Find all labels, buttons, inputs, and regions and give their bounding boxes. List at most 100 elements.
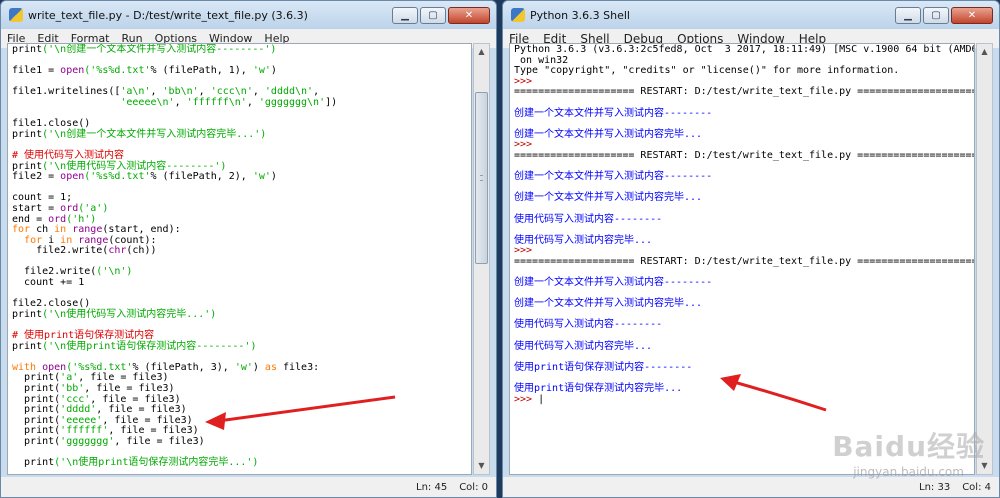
code-token: print <box>12 44 43 55</box>
python-icon <box>9 8 23 22</box>
code-token: open <box>60 171 85 183</box>
code-token: print( <box>12 393 61 405</box>
code-token: print <box>12 457 55 469</box>
code-line: print('ggggggg', file = file3) <box>12 435 467 448</box>
shell-line: 创建一个文本文件并写入测试内容-------- <box>514 277 970 289</box>
code-token: ) <box>270 171 277 183</box>
code-line: file2.write(chr(ch)) <box>12 245 467 257</box>
code-token: (ch)) <box>126 245 157 257</box>
shell-line: 使用代码写入测试内容-------- <box>514 320 970 331</box>
shell-line: 创建一个文本文件并写入测试内容完毕... <box>514 193 970 204</box>
minimize-button[interactable]: ▁ <box>392 6 418 24</box>
code-line: print('\n创建一个文本文件并写入测试内容完毕...') <box>12 128 467 141</box>
code-token: end = <box>12 213 49 225</box>
shell-line: 创建一个文本文件并写入测试内容-------- <box>514 171 970 183</box>
code-editor[interactable]: print('\n创建一个文本文件并写入测试内容--------') file1… <box>7 43 472 475</box>
code-token: , <box>313 86 320 98</box>
code-line: print('\n使用print语句保存测试内容--------') <box>12 340 467 353</box>
code-token: print <box>12 128 43 140</box>
editor-titlebar[interactable]: write_text_file.py - D:/test/write_text_… <box>1 1 496 29</box>
code-token: print( <box>12 404 61 416</box>
code-token: , <box>198 86 211 98</box>
code-token: ('h') <box>66 213 97 225</box>
code-token: ('%s%d.txt' <box>66 361 133 373</box>
shell-line: Python 3.6.3 (v3.6.3:2c5fed8, Oct 3 2017… <box>514 44 974 56</box>
code-token: 'ffffff\n' <box>186 96 247 108</box>
code-token: 'bb' <box>60 383 85 394</box>
code-token: 'w' <box>252 171 271 183</box>
code-token: on win32 <box>514 54 569 66</box>
code-token: file2 = <box>12 171 61 183</box>
scroll-down-icon[interactable]: ▼ <box>474 458 489 474</box>
code-token: % (filePath, 2), <box>150 171 253 183</box>
code-token: 'eeeee' <box>60 414 103 426</box>
code-token: print( <box>12 425 61 437</box>
code-line: file1 = open('%s%d.txt'% (filePath, 1), … <box>12 65 467 77</box>
code-token: 'w' <box>252 65 271 77</box>
code-token: >>> <box>514 393 539 405</box>
code-token: i <box>42 234 61 246</box>
code-token: , <box>252 86 265 98</box>
close-button[interactable]: ✕ <box>951 6 993 24</box>
scroll-thumb[interactable] <box>475 92 488 264</box>
code-token: for <box>12 224 31 236</box>
code-token: , file = file3) <box>114 435 205 447</box>
code-token: 'w' <box>234 361 253 373</box>
shell-line: 创建一个文本文件并写入测试内容-------- <box>514 108 970 120</box>
editor-window: write_text_file.py - D:/test/write_text_… <box>0 0 497 498</box>
code-token: ==================== RESTART: D:/test/wr… <box>514 86 975 98</box>
code-token: ('a') <box>78 202 109 214</box>
code-token: ord <box>60 202 79 214</box>
code-token: print <box>12 340 43 352</box>
scroll-down-icon[interactable]: ▼ <box>977 458 992 474</box>
editor-title: write_text_file.py - D:/test/write_text_… <box>28 8 308 22</box>
maximize-button[interactable]: ▢ <box>923 6 949 24</box>
code-token: , <box>174 96 187 108</box>
close-button[interactable]: ✕ <box>448 6 490 24</box>
code-token: Type "copyright", "credits" or "license(… <box>514 65 900 77</box>
code-token: 'ggggggg' <box>60 435 115 447</box>
code-token: ==================== RESTART: D:/test/wr… <box>514 255 975 267</box>
code-token: with <box>12 361 37 373</box>
maximize-button[interactable]: ▢ <box>420 6 446 24</box>
code-token: range <box>72 224 103 236</box>
code-token: (count): <box>108 234 157 246</box>
code-token: 使用print语句保存测试内容-------- <box>514 361 693 373</box>
editor-window-controls: ▁ ▢ ✕ <box>392 6 490 24</box>
code-token: as <box>264 361 277 373</box>
code-token: file3: <box>276 361 320 373</box>
code-token: , file = file3) <box>96 404 187 416</box>
minimize-button[interactable]: ▁ <box>895 6 921 24</box>
code-token: 使用代码写入测试内容-------- <box>514 213 663 225</box>
code-token: , file = file3) <box>108 425 199 437</box>
shell-line: 创建一个文本文件并写入测试内容完毕... <box>514 129 970 141</box>
shell-title: Python 3.6.3 Shell <box>530 8 630 22</box>
code-line: 'eeeee\n', 'ffffff\n', 'ggggggg\n']) <box>12 96 467 109</box>
code-token: 'a' <box>60 372 79 384</box>
shell-titlebar[interactable]: Python 3.6.3 Shell ▁ ▢ ✕ <box>503 1 999 29</box>
code-token: start = <box>12 202 61 214</box>
code-token: , file = file3) <box>78 372 169 384</box>
code-token: 'dddd\n' <box>264 86 314 98</box>
code-token: % (filePath, 1), <box>150 65 253 77</box>
editor-scrollbar[interactable]: ▲ ▼ <box>473 43 490 475</box>
code-token: 使用print语句保存测试内容完毕... <box>514 383 683 394</box>
code-token: 'bb\n' <box>162 86 199 98</box>
code-token: | <box>538 393 545 405</box>
code-token: ('\n') <box>96 266 133 278</box>
shell-scrollbar[interactable]: ▲ ▼ <box>976 43 993 475</box>
code-token: 'eeeee\n' <box>120 96 175 108</box>
shell-line: ==================== RESTART: D:/test/wr… <box>514 256 974 268</box>
code-token: ) <box>270 65 277 77</box>
code-token: print( <box>12 414 61 426</box>
shell-output[interactable]: Python 3.6.3 (v3.6.3:2c5fed8, Oct 3 2017… <box>509 43 975 475</box>
code-line: count += 1 <box>12 277 467 289</box>
code-token: , <box>246 96 259 108</box>
code-token: file2.write( <box>12 245 109 257</box>
code-token: file2.close() <box>12 298 91 310</box>
shell-line: 使用print语句保存测试内容完毕... <box>514 383 970 395</box>
scroll-up-icon[interactable]: ▲ <box>474 44 489 60</box>
shell-line: >>> | <box>514 393 970 406</box>
scroll-up-icon[interactable]: ▲ <box>977 44 992 60</box>
code-token: Python 3.6.3 (v3.6.3:2c5fed8, Oct 3 2017… <box>514 44 975 55</box>
